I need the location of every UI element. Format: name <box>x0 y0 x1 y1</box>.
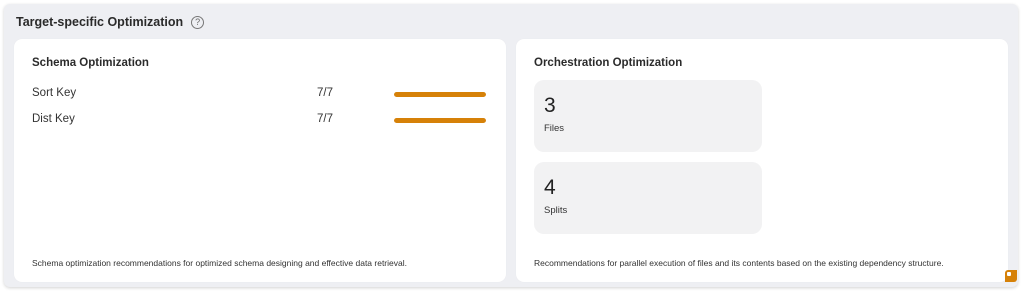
chat-widget-icon[interactable] <box>1005 270 1017 282</box>
panel-header: Target-specific Optimization ? <box>16 12 205 32</box>
question-circle-icon[interactable]: ? <box>191 15 205 29</box>
splits-label: Splits <box>544 205 568 216</box>
dist-key-progress-fill <box>394 118 486 123</box>
sort-key-progress-bar <box>394 92 486 97</box>
splits-count: 4 <box>544 176 556 199</box>
sort-key-label: Sort Key <box>32 87 77 99</box>
schema-card-title: Schema Optimization <box>32 57 149 69</box>
sort-key-row: Sort Key 7/7 <box>32 87 492 101</box>
dist-key-progress-bar <box>394 118 486 123</box>
splits-stat-tile[interactable]: 4 Splits <box>534 162 762 234</box>
schema-card-description: Schema optimization recommendations for … <box>32 258 407 268</box>
dist-key-label: Dist Key <box>32 113 75 125</box>
sort-key-progress-fill <box>394 92 486 97</box>
panel-title: Target-specific Optimization <box>16 15 184 29</box>
files-stat-tile[interactable]: 3 Files <box>534 80 762 152</box>
dist-key-row: Dist Key 7/7 <box>32 113 492 127</box>
target-optimization-panel: Target-specific Optimization ? Schema Op… <box>4 4 1018 287</box>
files-label: Files <box>544 123 565 134</box>
orchestration-optimization-card: Orchestration Optimization 3 Files 4 Spl… <box>516 39 1008 282</box>
files-count: 3 <box>544 94 556 117</box>
schema-optimization-card: Schema Optimization Sort Key 7/7 Dist Ke… <box>14 39 506 282</box>
dist-key-value: 7/7 <box>317 113 333 125</box>
orchestration-card-title: Orchestration Optimization <box>534 57 683 69</box>
sort-key-value: 7/7 <box>317 87 333 99</box>
orchestration-card-description: Recommendations for parallel execution o… <box>534 258 944 268</box>
